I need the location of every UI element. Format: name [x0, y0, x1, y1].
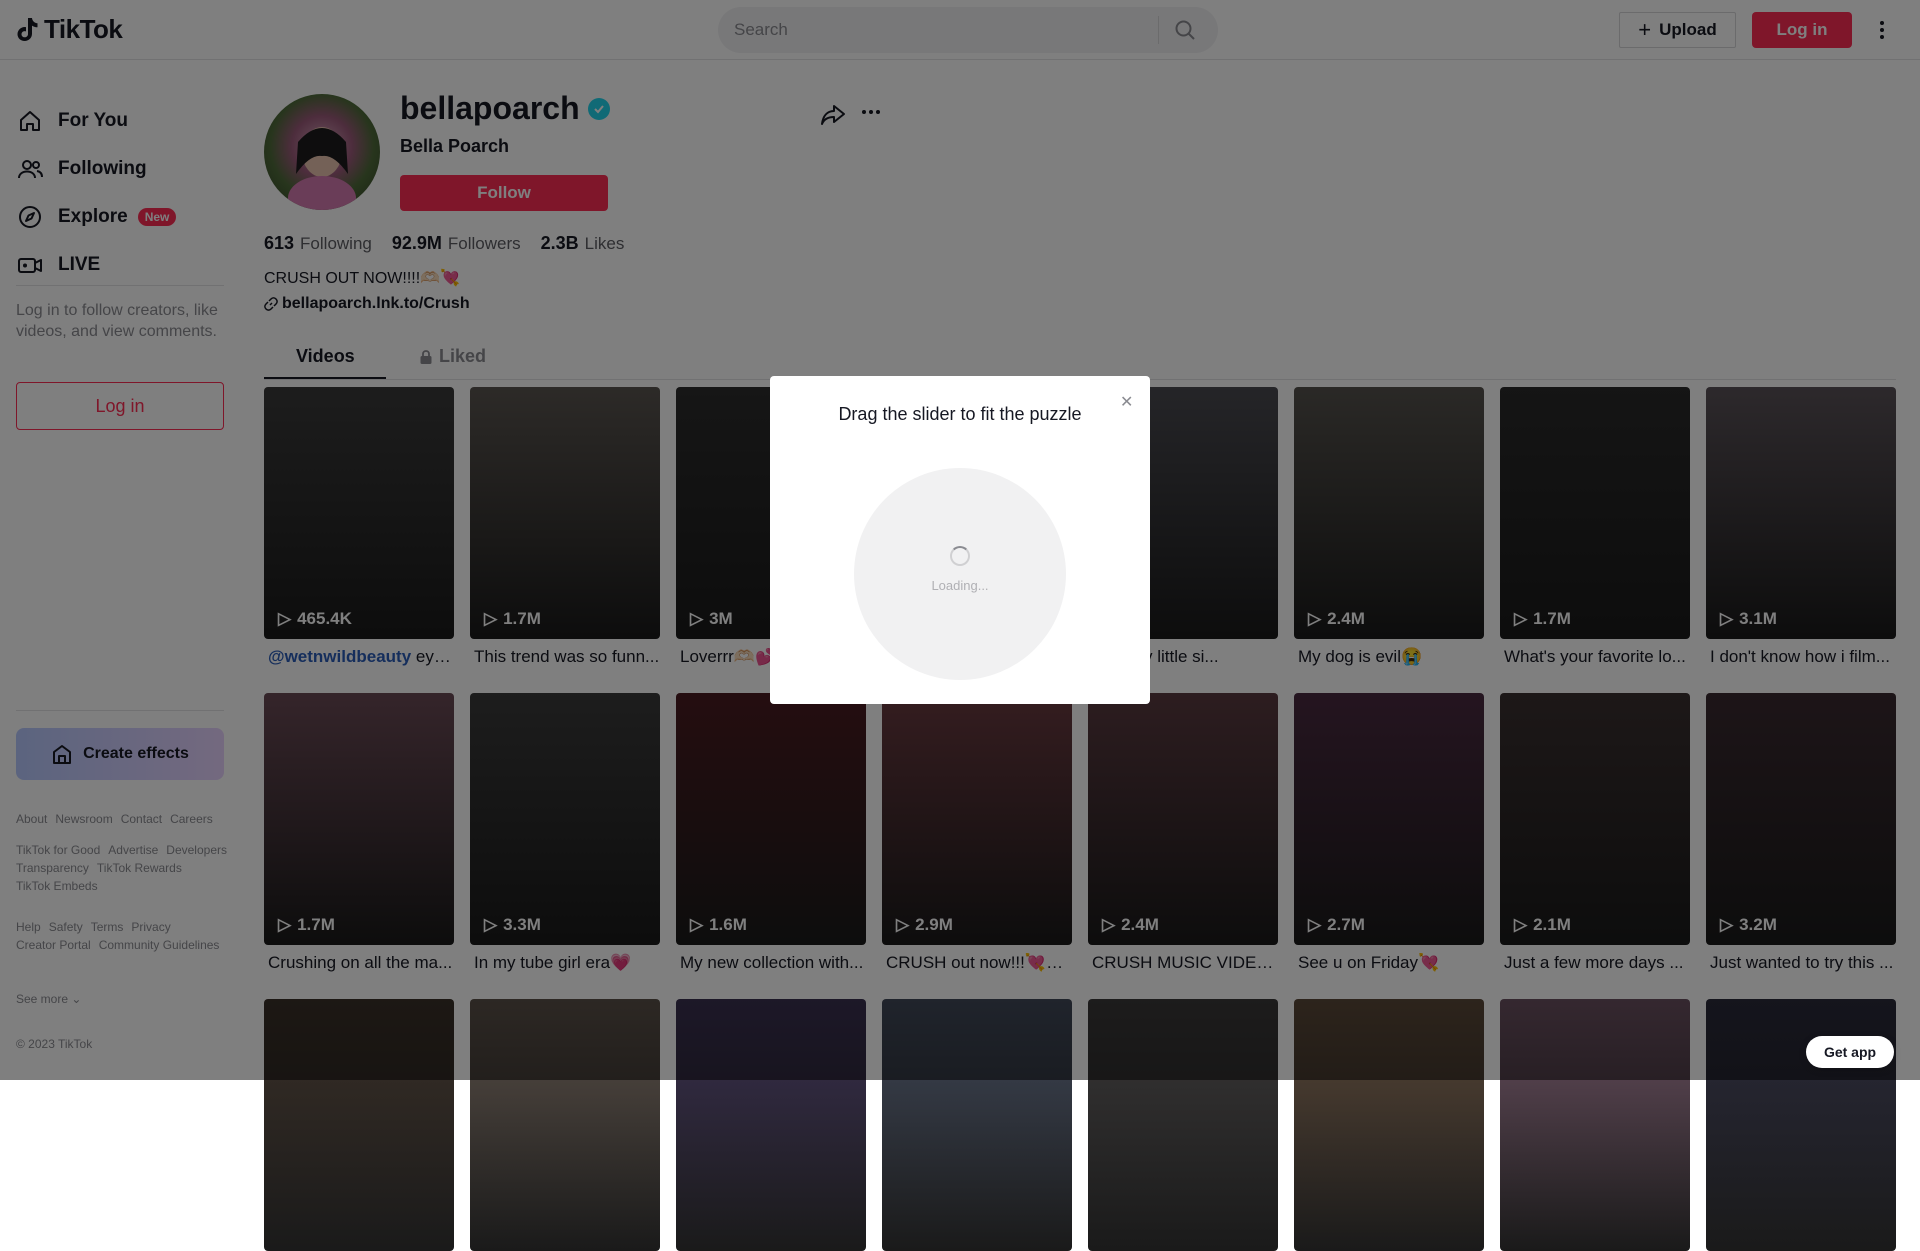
loading-spinner-icon — [950, 546, 970, 566]
captcha-title: Drag the slider to fit the puzzle — [838, 404, 1082, 424]
captcha-modal: ✕ Drag the slider to fit the puzzle Load… — [770, 376, 1150, 704]
loading-text: Loading... — [931, 578, 989, 593]
captcha-puzzle-area[interactable]: Loading... — [854, 468, 1066, 680]
get-app-button[interactable]: Get app — [1806, 1036, 1894, 1068]
